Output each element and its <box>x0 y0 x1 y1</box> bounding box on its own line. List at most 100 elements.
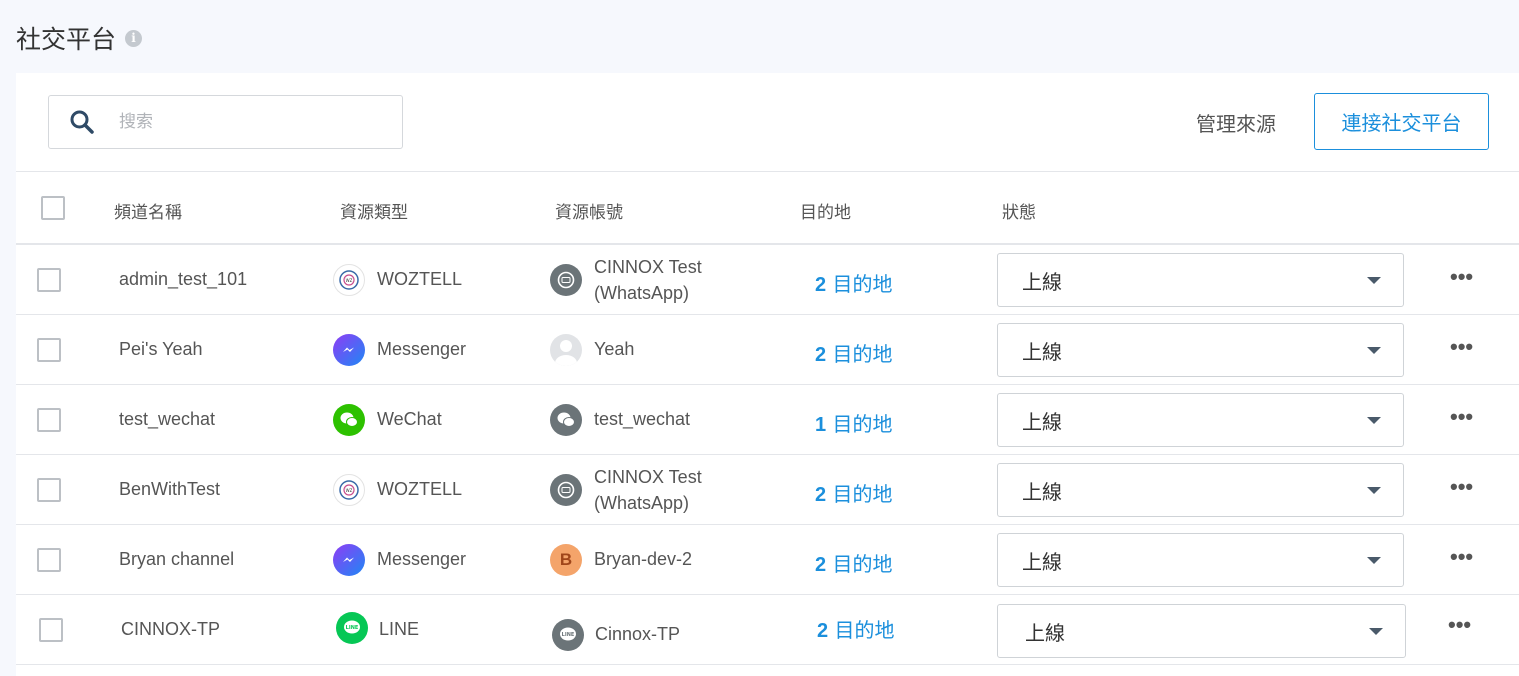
more-options-icon[interactable]: ••• <box>1450 406 1473 428</box>
destination-count: 2 <box>815 344 827 366</box>
header-destination[interactable]: 目的地 <box>800 198 851 223</box>
woztell-icon: WZ <box>333 264 365 296</box>
status-select[interactable]: 上線 <box>997 604 1406 658</box>
table-row: test_wechat WeChat test_wechat 1 目的地 上線 … <box>16 385 1519 455</box>
more-options-icon[interactable]: ••• <box>1448 614 1471 636</box>
destination-link[interactable]: 1 目的地 <box>815 408 892 437</box>
line-avatar-icon: LINE <box>552 619 584 651</box>
whatsapp-avatar-icon <box>550 474 582 506</box>
status-value: 上線 <box>1022 409 1062 434</box>
status-select[interactable]: 上線 <box>997 253 1404 307</box>
source-type-label: WOZTELL <box>377 269 463 289</box>
row-checkbox[interactable] <box>39 618 63 642</box>
account-line: CINNOX Test <box>594 257 702 277</box>
header-source-account[interactable]: 資源帳號 <box>555 198 623 223</box>
source-account: Cinnox-TP <box>595 624 681 644</box>
more-options-icon[interactable]: ••• <box>1450 336 1473 358</box>
destination-link[interactable]: 2 目的地 <box>815 338 892 367</box>
user-avatar-icon <box>550 334 582 366</box>
status-select[interactable]: 上線 <box>997 533 1404 587</box>
source-type-label: WOZTELL <box>377 479 463 499</box>
wechat-avatar-icon <box>550 404 582 436</box>
source-account: Bryan-dev-2 <box>594 549 693 569</box>
channel-name[interactable]: CINNOX-TP <box>121 619 220 640</box>
select-all-checkbox[interactable] <box>41 196 65 220</box>
destination-count: 1 <box>815 414 827 436</box>
page-title-text: 社交平台 <box>16 25 117 54</box>
status-value: 上線 <box>1025 620 1065 645</box>
header-status[interactable]: 狀態 <box>1002 198 1036 223</box>
chevron-down-icon <box>1367 277 1381 284</box>
table-row: admin_test_101 WZ WOZTELL CINNOX Test (W… <box>16 245 1519 315</box>
svg-text:WZ: WZ <box>346 488 353 493</box>
row-checkbox[interactable] <box>37 478 61 502</box>
destination-count: 2 <box>815 274 827 296</box>
table-row: BenWithTest WZ WOZTELL CINNOX Test (What… <box>16 455 1519 525</box>
chevron-down-icon <box>1367 557 1381 564</box>
chevron-down-icon <box>1367 417 1381 424</box>
destination-count: 2 <box>817 620 829 642</box>
status-select[interactable]: 上線 <box>997 463 1404 517</box>
search-box[interactable] <box>48 95 403 149</box>
destination-link[interactable]: 2 目的地 <box>815 268 892 297</box>
account-line: CINNOX Test <box>594 467 702 487</box>
status-select[interactable]: 上線 <box>997 393 1404 447</box>
source-type-label: Messenger <box>377 339 467 359</box>
more-options-icon[interactable]: ••• <box>1450 476 1473 498</box>
whatsapp-avatar-icon <box>550 264 582 296</box>
destination-count: 2 <box>815 554 827 576</box>
channel-name[interactable]: Bryan channel <box>119 549 234 570</box>
destination-label: 目的地 <box>832 272 893 296</box>
destination-label: 目的地 <box>832 482 893 506</box>
channel-name[interactable]: Pei's Yeah <box>119 339 203 360</box>
svg-text:LINE: LINE <box>562 632 575 638</box>
account-line: (WhatsApp) <box>594 283 690 303</box>
row-checkbox[interactable] <box>37 338 61 362</box>
destination-label: 目的地 <box>834 618 895 642</box>
destination-label: 目的地 <box>832 412 893 436</box>
more-options-icon[interactable]: ••• <box>1450 546 1473 568</box>
channel-name[interactable]: BenWithTest <box>119 479 220 500</box>
status-value: 上線 <box>1022 549 1062 574</box>
chevron-down-icon <box>1369 628 1383 635</box>
channel-name[interactable]: admin_test_101 <box>119 269 247 290</box>
table-row: CINNOX-TP LINE LINE LINE Cinnox-TP 2 目的地… <box>16 595 1519 665</box>
search-input[interactable] <box>119 112 369 132</box>
row-checkbox[interactable] <box>37 268 61 292</box>
search-icon <box>70 110 94 134</box>
channel-name[interactable]: test_wechat <box>119 409 215 430</box>
status-value: 上線 <box>1022 339 1062 364</box>
destination-link[interactable]: 2 目的地 <box>815 548 892 577</box>
messenger-icon <box>333 544 365 576</box>
info-icon[interactable]: i <box>125 29 143 47</box>
chevron-down-icon <box>1367 347 1381 354</box>
manage-sources-link[interactable]: 管理來源 <box>1196 108 1276 137</box>
destination-link[interactable]: 2 目的地 <box>815 478 892 507</box>
destination-label: 目的地 <box>832 342 893 366</box>
table-row: Pei's Yeah Messenger Yeah 2 目的地 上線 ••• <box>16 315 1519 385</box>
line-icon: LINE <box>336 612 368 644</box>
source-account: CINNOX Test (WhatsApp) <box>594 254 744 306</box>
header-source-type[interactable]: 資源類型 <box>340 198 408 223</box>
table-row: Bryan channel Messenger B Bryan-dev-2 2 … <box>16 525 1519 595</box>
source-account: CINNOX Test (WhatsApp) <box>594 464 744 516</box>
letter-avatar-icon: B <box>550 544 582 576</box>
header-channel-name[interactable]: 頻道名稱 <box>114 198 182 223</box>
source-account: Yeah <box>594 339 635 359</box>
connect-social-platform-button[interactable]: 連接社交平台 <box>1314 93 1489 150</box>
destination-link[interactable]: 2 目的地 <box>817 614 894 643</box>
row-checkbox[interactable] <box>37 408 61 432</box>
wechat-icon <box>333 404 365 436</box>
svg-text:WZ: WZ <box>346 278 353 283</box>
messenger-icon <box>333 334 365 366</box>
status-value: 上線 <box>1022 269 1062 294</box>
page-title: 社交平台 i <box>16 20 143 56</box>
more-options-icon[interactable]: ••• <box>1450 266 1473 288</box>
status-value: 上線 <box>1022 479 1062 504</box>
source-type-label: Messenger <box>377 549 467 569</box>
social-platform-card: 管理來源 連接社交平台 頻道名稱 資源類型 資源帳號 目的地 狀態 admin_… <box>16 73 1519 676</box>
source-type-label: WeChat <box>377 409 442 429</box>
avatar-initial: B <box>559 550 573 569</box>
status-select[interactable]: 上線 <box>997 323 1404 377</box>
row-checkbox[interactable] <box>37 548 61 572</box>
